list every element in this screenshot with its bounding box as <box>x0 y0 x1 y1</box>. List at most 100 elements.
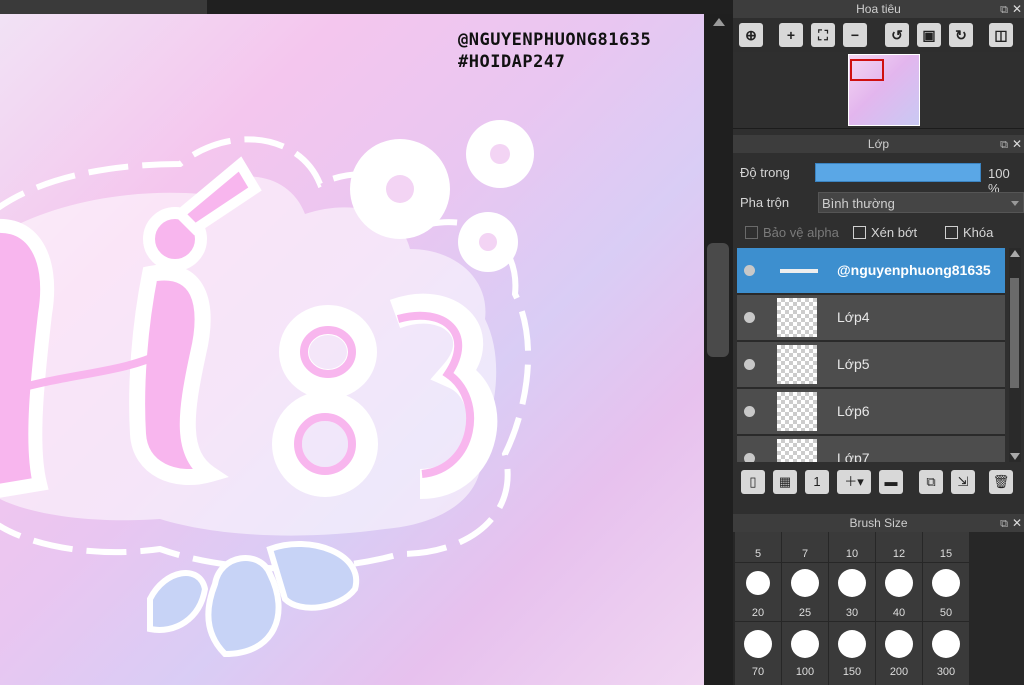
reset-view-icon[interactable]: ▣ <box>917 23 941 47</box>
layer-row[interactable]: Lớp7 <box>737 436 1005 462</box>
brush-size-cell[interactable]: 15 <box>923 532 969 562</box>
brush-size-cell[interactable]: 12 <box>876 532 922 562</box>
visibility-eye-icon[interactable] <box>744 265 755 276</box>
brush-size-title: Brush Size <box>849 516 908 530</box>
layer-name: @nguyenphuong81635 <box>837 262 991 278</box>
navigator-toolbar: ⊕ + ⛶ − ↺ ▣ ↻ ◫ <box>733 18 1024 52</box>
brush-dot <box>746 571 770 595</box>
brush-size-cell[interactable]: 10 <box>829 532 875 562</box>
layer-thumbnail <box>777 392 817 431</box>
blend-mode-select[interactable]: Bình thường <box>818 192 1024 213</box>
layer-list: @nguyenphuong81635 Lớp4 Lớp5 Lớp6 Lớp7 <box>737 248 1005 462</box>
scrollbar-thumb[interactable] <box>1010 278 1019 388</box>
brush-dot <box>838 569 866 597</box>
brush-dot <box>885 630 913 658</box>
visibility-eye-icon[interactable] <box>744 453 755 462</box>
layer-row[interactable]: Lớp6 <box>737 389 1005 436</box>
fit-screen-icon[interactable]: ⛶ <box>811 23 835 47</box>
watermark-hashtag: #HOIDAP247 <box>458 52 566 72</box>
new-1bit-layer-icon[interactable]: 1 <box>805 470 829 494</box>
protect-alpha-label: Bảo vệ alpha <box>763 225 839 240</box>
protect-alpha-checkbox[interactable] <box>745 226 758 239</box>
brush-size-cell[interactable]: 150 <box>829 622 875 685</box>
brush-size-cell[interactable]: 5 <box>735 532 781 562</box>
layer-panel-title: Lớp <box>867 137 890 151</box>
opacity-slider[interactable] <box>815 163 981 182</box>
layer-toolbar: ▯ ▦ 1 ＋▾ ▬ ⧉ ⇲ 🗑 <box>733 466 1024 500</box>
layer-thumbnail <box>777 298 817 337</box>
new-layer-icon[interactable]: ▯ <box>741 470 765 494</box>
brush-size-cell[interactable]: 50 <box>923 563 969 621</box>
brush-size-cell[interactable]: 25 <box>782 563 828 621</box>
brush-dot <box>791 569 819 597</box>
canvas-tab[interactable] <box>0 0 207 14</box>
drawing-canvas[interactable]: @NGUYENPHUONG81635 #HOIDAP247 <box>0 14 704 685</box>
zoom-in-icon[interactable]: + <box>779 23 803 47</box>
brush-size-grid: 5 7 10 12 15 20 25 30 40 50 70 100 150 2… <box>733 532 1024 685</box>
brush-dot <box>885 569 913 597</box>
rotate-right-icon[interactable]: ↻ <box>949 23 973 47</box>
clipping-label: Xén bớt <box>871 225 918 240</box>
layer-name: Lớp6 <box>837 403 870 419</box>
brush-size-cell[interactable]: 100 <box>782 622 828 685</box>
scroll-up-arrow-icon[interactable] <box>713 18 725 26</box>
zoom-out-icon[interactable]: − <box>843 23 867 47</box>
popout-icon[interactable]: ⧉ <box>1000 515 1008 533</box>
brush-size-header: Brush Size ⧉ ✕ <box>733 514 1024 532</box>
canvas-scrollbar[interactable] <box>704 14 733 685</box>
visibility-eye-icon[interactable] <box>744 406 755 417</box>
visibility-eye-icon[interactable] <box>744 359 755 370</box>
scroll-down-arrow-icon[interactable] <box>1010 453 1020 460</box>
brush-size-cell[interactable]: 200 <box>876 622 922 685</box>
layer-list-scrollbar[interactable] <box>1009 248 1021 462</box>
add-layer-menu-icon[interactable]: ＋▾ <box>837 470 871 494</box>
brush-size-cell[interactable]: 70 <box>735 622 781 685</box>
brush-size-cell[interactable]: 7 <box>782 532 828 562</box>
right-panel: Hoa tiêu ⧉ ✕ ⊕ + ⛶ − ↺ ▣ ↻ ◫ Lớp ⧉ ✕ Độ … <box>733 0 1024 685</box>
chevron-down-icon <box>1011 201 1019 206</box>
lock-checkbox[interactable] <box>945 226 958 239</box>
artwork <box>0 120 534 658</box>
navigator-preview[interactable] <box>733 52 1024 129</box>
brush-size-cell[interactable]: 300 <box>923 622 969 685</box>
brush-dot <box>838 630 866 658</box>
rotate-left-icon[interactable]: ↺ <box>885 23 909 47</box>
layer-row-active[interactable]: @nguyenphuong81635 <box>737 248 1005 295</box>
close-icon[interactable]: ✕ <box>1012 514 1022 532</box>
new-halftone-layer-icon[interactable]: ▦ <box>773 470 797 494</box>
popout-icon[interactable]: ⧉ <box>1000 1 1008 19</box>
visibility-eye-icon[interactable] <box>744 312 755 323</box>
navigator-header: Hoa tiêu ⧉ ✕ <box>733 0 1024 18</box>
close-icon[interactable]: ✕ <box>1012 0 1022 18</box>
folder-icon[interactable]: ▬ <box>879 470 903 494</box>
layer-row[interactable]: Lớp4 <box>737 295 1005 342</box>
watermark-username: @NGUYENPHUONG81635 <box>458 30 652 50</box>
layer-name: Lớp4 <box>837 309 870 325</box>
popout-icon[interactable]: ⧉ <box>1000 136 1008 154</box>
scroll-up-arrow-icon[interactable] <box>1010 250 1020 257</box>
brush-size-cell[interactable]: 40 <box>876 563 922 621</box>
scrollbar-thumb[interactable] <box>707 243 729 357</box>
clipping-checkbox[interactable] <box>853 226 866 239</box>
brush-size-cell[interactable]: 20 <box>735 563 781 621</box>
brush-dot <box>744 630 772 658</box>
lock-label: Khóa <box>963 225 994 240</box>
close-icon[interactable]: ✕ <box>1012 135 1022 153</box>
blend-label: Pha trộn <box>740 195 790 210</box>
flip-icon[interactable]: ◫ <box>989 23 1013 47</box>
layer-thumbnail <box>777 439 817 462</box>
layer-row[interactable]: Lớp5 <box>737 342 1005 389</box>
layer-name: Lớp5 <box>837 356 870 372</box>
duplicate-icon[interactable]: ⧉ <box>919 470 943 494</box>
zoom-fit-icon[interactable]: ⊕ <box>739 23 763 47</box>
merge-icon[interactable]: ⇲ <box>951 470 975 494</box>
canvas-thumbnail[interactable] <box>848 54 920 126</box>
brush-dot <box>791 630 819 658</box>
blend-mode-value: Bình thường <box>822 196 895 211</box>
navigator-title: Hoa tiêu <box>856 2 901 16</box>
brush-dot <box>932 630 960 658</box>
delete-icon[interactable]: 🗑 <box>989 470 1013 494</box>
brush-size-cell[interactable]: 30 <box>829 563 875 621</box>
view-rectangle[interactable] <box>850 59 884 81</box>
brush-dot <box>932 569 960 597</box>
